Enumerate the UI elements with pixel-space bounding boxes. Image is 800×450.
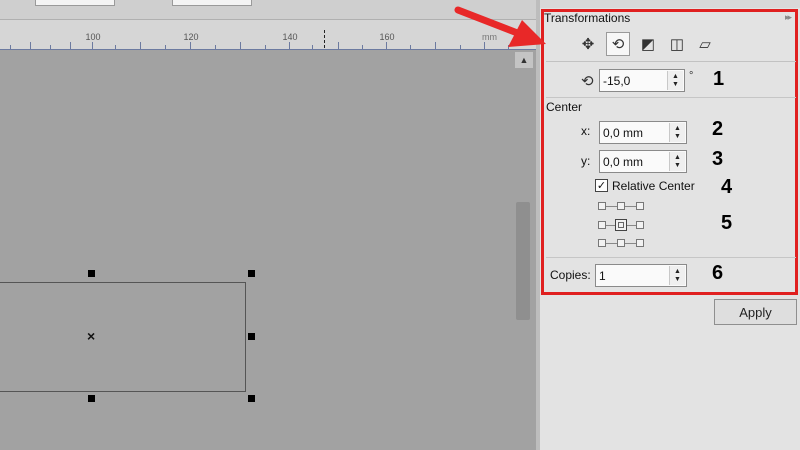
spin-up-icon[interactable]: ▲	[672, 73, 679, 81]
ruler-tick	[115, 45, 116, 49]
ruler-tick	[10, 45, 11, 49]
ruler-label: 100	[85, 32, 101, 42]
ruler-tick	[386, 42, 387, 49]
rotate-icon: ⟲	[581, 73, 594, 90]
ruler-tick	[30, 42, 31, 49]
selection-handle-bottom-right[interactable]	[248, 395, 255, 402]
anchor-bottom-center[interactable]	[617, 239, 625, 247]
center-section-label: Center	[546, 100, 583, 114]
anchor-top-left[interactable]	[598, 202, 606, 210]
relative-center-checkbox[interactable]: ✓	[595, 179, 608, 192]
rotation-angle-field[interactable]: ▲ ▼	[599, 69, 685, 92]
ruler-tick	[165, 45, 166, 49]
center-x-spinner[interactable]: ▲ ▼	[669, 123, 685, 142]
rotation-spinner[interactable]: ▲ ▼	[667, 71, 683, 90]
section-divider	[546, 257, 796, 258]
vertical-scrollbar-thumb[interactable]	[516, 202, 530, 320]
selection-handle-top-right[interactable]	[248, 270, 255, 277]
ruler-tick	[140, 42, 141, 49]
annotation-number: 5	[721, 212, 733, 234]
ruler-tick	[92, 42, 93, 49]
annotation-number: 1	[713, 68, 725, 90]
ruler-label: 160	[379, 32, 395, 42]
drawing-canvas[interactable]: ▲ ×	[0, 50, 536, 450]
anchor-top-center[interactable]	[617, 202, 625, 210]
ruler-tick	[362, 45, 363, 49]
copies-field[interactable]: ▲ ▼	[595, 264, 687, 287]
collapse-docker-icon[interactable]: ▸▸	[785, 12, 792, 23]
center-y-field[interactable]: ▲ ▼	[599, 150, 687, 173]
ruler-tick	[50, 45, 51, 49]
anchor-center[interactable]	[615, 219, 627, 231]
x-label: x:	[581, 124, 591, 138]
selection-handle-middle-right[interactable]	[248, 333, 255, 340]
anchor-middle-right[interactable]	[636, 221, 644, 229]
anchor-middle-left[interactable]	[598, 221, 606, 229]
skew-icon[interactable]: ▱	[693, 32, 717, 56]
anchor-bottom-left[interactable]	[598, 239, 606, 247]
ruler-tick	[70, 42, 71, 49]
section-divider	[546, 97, 796, 98]
anchor-top-right[interactable]	[636, 202, 644, 210]
spin-down-icon[interactable]: ▼	[674, 133, 681, 141]
anchor-bottom-right[interactable]	[636, 239, 644, 247]
ruler-tick	[265, 45, 266, 49]
ruler-tick	[338, 42, 339, 49]
center-x-input[interactable]	[603, 124, 663, 141]
rotation-center-marker[interactable]: ×	[87, 329, 95, 343]
center-y-input[interactable]	[603, 153, 663, 170]
copies-label: Copies:	[550, 268, 591, 282]
ruler-label: 120	[183, 32, 199, 42]
relative-center-label[interactable]: Relative Center	[612, 179, 695, 193]
y-label: y:	[581, 154, 591, 168]
rotation-angle-input[interactable]	[603, 72, 663, 89]
ruler-tick	[240, 42, 241, 49]
ruler-tick	[289, 42, 290, 49]
degree-unit-label: °	[689, 70, 694, 82]
spin-down-icon[interactable]: ▼	[674, 276, 681, 284]
selected-rectangle[interactable]	[0, 282, 246, 392]
spin-down-icon[interactable]: ▼	[672, 81, 679, 89]
annotation-number: 4	[721, 176, 733, 198]
copies-input[interactable]	[599, 267, 659, 284]
center-x-field[interactable]: ▲ ▼	[599, 121, 687, 144]
spin-up-icon[interactable]: ▲	[674, 268, 681, 276]
ruler-tick	[435, 42, 436, 49]
panel-title: Transformations	[544, 11, 631, 25]
spin-down-icon[interactable]: ▼	[674, 162, 681, 170]
selection-handle-bottom-middle[interactable]	[88, 395, 95, 402]
pointer-arrow-icon	[454, 6, 546, 47]
ruler-tick	[190, 42, 191, 49]
ruler-tick	[215, 45, 216, 49]
spin-up-icon[interactable]: ▲	[674, 125, 681, 133]
ruler-label: 140	[282, 32, 298, 42]
scale-mirror-icon[interactable]: ◩	[636, 32, 660, 56]
selection-handle-top-middle[interactable]	[88, 270, 95, 277]
cursor-position-marker	[324, 30, 325, 48]
property-field[interactable]	[35, 0, 115, 6]
annotation-number: 6	[712, 262, 724, 284]
ruler-tick	[410, 45, 411, 49]
annotation-number: 2	[712, 118, 724, 140]
arrow-shaft	[454, 6, 524, 38]
ruler-tick	[312, 45, 313, 49]
checkmark-icon: ✓	[596, 180, 607, 192]
position-icon[interactable]: ✥	[576, 32, 600, 56]
property-field[interactable]	[172, 0, 252, 6]
center-y-spinner[interactable]: ▲ ▼	[669, 152, 685, 171]
copies-spinner[interactable]: ▲ ▼	[669, 266, 685, 285]
rotate-icon[interactable]: ⟲	[606, 32, 630, 56]
spin-up-icon[interactable]: ▲	[674, 154, 681, 162]
apply-button[interactable]: Apply	[714, 299, 797, 325]
annotation-number: 3	[712, 148, 724, 170]
size-icon[interactable]: ◫	[665, 32, 689, 56]
